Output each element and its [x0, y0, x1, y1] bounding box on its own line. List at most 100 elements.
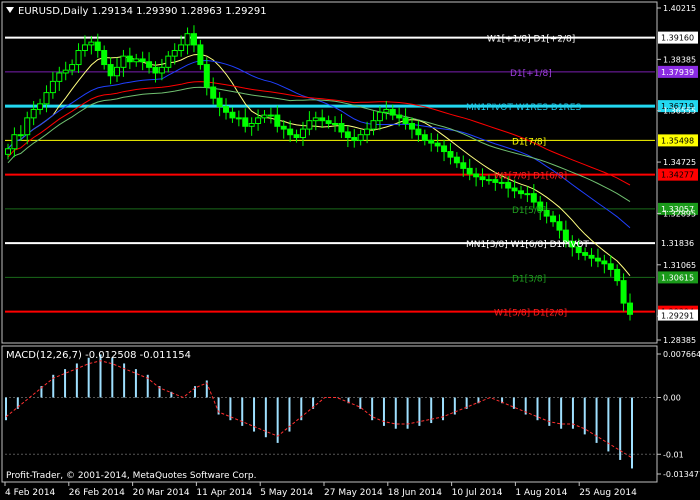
price-tick-label: 1.32895	[663, 209, 696, 218]
candle-body	[441, 145, 448, 153]
level-badge-text: 1.34277	[661, 171, 694, 180]
candle-body	[434, 142, 441, 147]
candle-body	[248, 122, 255, 127]
candle-body	[37, 103, 44, 110]
level-badge-text: 1.39160	[661, 34, 694, 43]
candle-body	[210, 86, 217, 99]
candle-body	[364, 128, 371, 136]
candle-body	[146, 61, 153, 68]
candle-body	[88, 41, 95, 46]
candle-body	[344, 131, 351, 139]
level-label: MN1[3/8] W1[6/8] D1PIVOT	[466, 240, 589, 250]
candle-body	[223, 106, 230, 113]
candle-body	[139, 58, 146, 63]
candle-body	[351, 137, 358, 141]
level-label: MN1PIVOT W1RES D1RES	[466, 103, 581, 113]
time-tick-label: 26 Feb 2014	[69, 488, 125, 498]
price-tick-label: 1.38385	[663, 55, 696, 64]
price-tick-label: 1.31065	[663, 261, 696, 270]
candle-body	[171, 50, 178, 57]
candle-body	[447, 151, 454, 158]
candle-body	[383, 108, 390, 113]
candle-body	[627, 302, 633, 315]
time-tick-label: 27 May 2014	[324, 488, 383, 498]
macd-tick-label: -0.013477	[663, 470, 700, 479]
candle-body	[498, 181, 505, 184]
level-label: D1[5/8]	[512, 206, 546, 216]
trading-chart[interactable]: W1[+1/8] D1[+2/8] 1.39160 D1[+1/8] 1.37939 M…	[0, 0, 700, 500]
candle-body	[453, 156, 460, 164]
macd-tick-label: 0.00	[663, 394, 681, 403]
candle-body	[389, 108, 396, 116]
candle-body	[184, 33, 191, 46]
time-tick-label: 18 Jun 2014	[388, 488, 442, 498]
candle-body	[62, 69, 69, 74]
candle-body	[114, 66, 121, 77]
candle-body	[556, 221, 563, 231]
macd-tick-label: 0.007664	[663, 350, 700, 359]
candle-body	[242, 117, 249, 127]
level-badge-text: 1.37939	[661, 68, 694, 77]
candle-body	[197, 44, 204, 66]
candle-body	[267, 114, 274, 117]
candle-body	[473, 173, 480, 178]
level-label: W1[7/8] D1[6/8]	[494, 172, 567, 182]
candle-body	[325, 120, 332, 124]
candle-body	[601, 260, 608, 265]
price-tick-label: 1.36555	[663, 107, 696, 116]
candle-body	[126, 55, 133, 63]
time-tick-label: 4 Feb 2014	[5, 488, 56, 498]
candle-body	[466, 167, 473, 175]
candle-body	[370, 120, 377, 130]
candle-body	[75, 50, 82, 66]
level-badge-text: 1.35498	[661, 136, 694, 145]
level-label: D1[+1/8]	[510, 69, 552, 79]
price-tick-label: 1.28385	[663, 336, 696, 345]
candle-body	[43, 92, 50, 105]
candle-body	[582, 252, 589, 256]
candle-body	[287, 128, 294, 136]
time-tick-label: 5 May 2014	[260, 488, 313, 498]
candle-body	[479, 176, 486, 181]
candle-body	[24, 117, 31, 136]
candle-body	[376, 111, 383, 122]
candle-body	[69, 64, 76, 71]
candle-body	[261, 114, 268, 119]
time-tick-label: 10 Jul 2014	[452, 488, 503, 498]
copyright-text: Profit-Trader, © 2001-2014, MetaQuotes S…	[6, 471, 256, 481]
level-label: W1[5/8] D1[2/8]	[494, 309, 567, 319]
macd-header: MACD(12,26,7) -0.012508 -0.011154	[6, 350, 191, 361]
candle-body	[107, 64, 114, 77]
current-price-text: 1.29291	[661, 312, 694, 321]
level-badge-text: 1.31836	[661, 239, 694, 248]
candle-body	[49, 80, 56, 94]
price-tick-label: 1.34725	[663, 158, 696, 167]
candle-body	[396, 114, 403, 119]
candle-body	[319, 117, 326, 122]
candle-body	[588, 254, 595, 259]
time-tick-label: 25 Aug 2014	[579, 488, 637, 498]
candle-body	[306, 120, 313, 130]
candle-body	[550, 215, 557, 223]
candle-body	[203, 64, 210, 88]
candle-body	[5, 148, 11, 155]
price-tick-label: 1.40215	[663, 4, 696, 13]
time-tick-label: 1 Aug 2014	[515, 488, 567, 498]
macd-tick-label: -0.01	[663, 450, 684, 459]
time-tick-label: 20 Mar 2014	[133, 488, 190, 498]
candle-body	[402, 117, 409, 124]
candle-body	[408, 122, 415, 130]
candle-body	[620, 280, 627, 304]
candle-body	[101, 50, 108, 66]
candle-body	[332, 122, 339, 125]
candle-body	[30, 108, 37, 119]
candle-body	[274, 114, 281, 127]
candle-body	[81, 44, 88, 52]
candle-body	[485, 179, 492, 182]
candle-body	[152, 66, 159, 74]
candle-body	[56, 72, 63, 82]
candle-body	[280, 125, 287, 130]
candle-body	[614, 268, 621, 282]
level-label: D1[3/8]	[512, 274, 546, 284]
candle-body	[293, 134, 300, 139]
